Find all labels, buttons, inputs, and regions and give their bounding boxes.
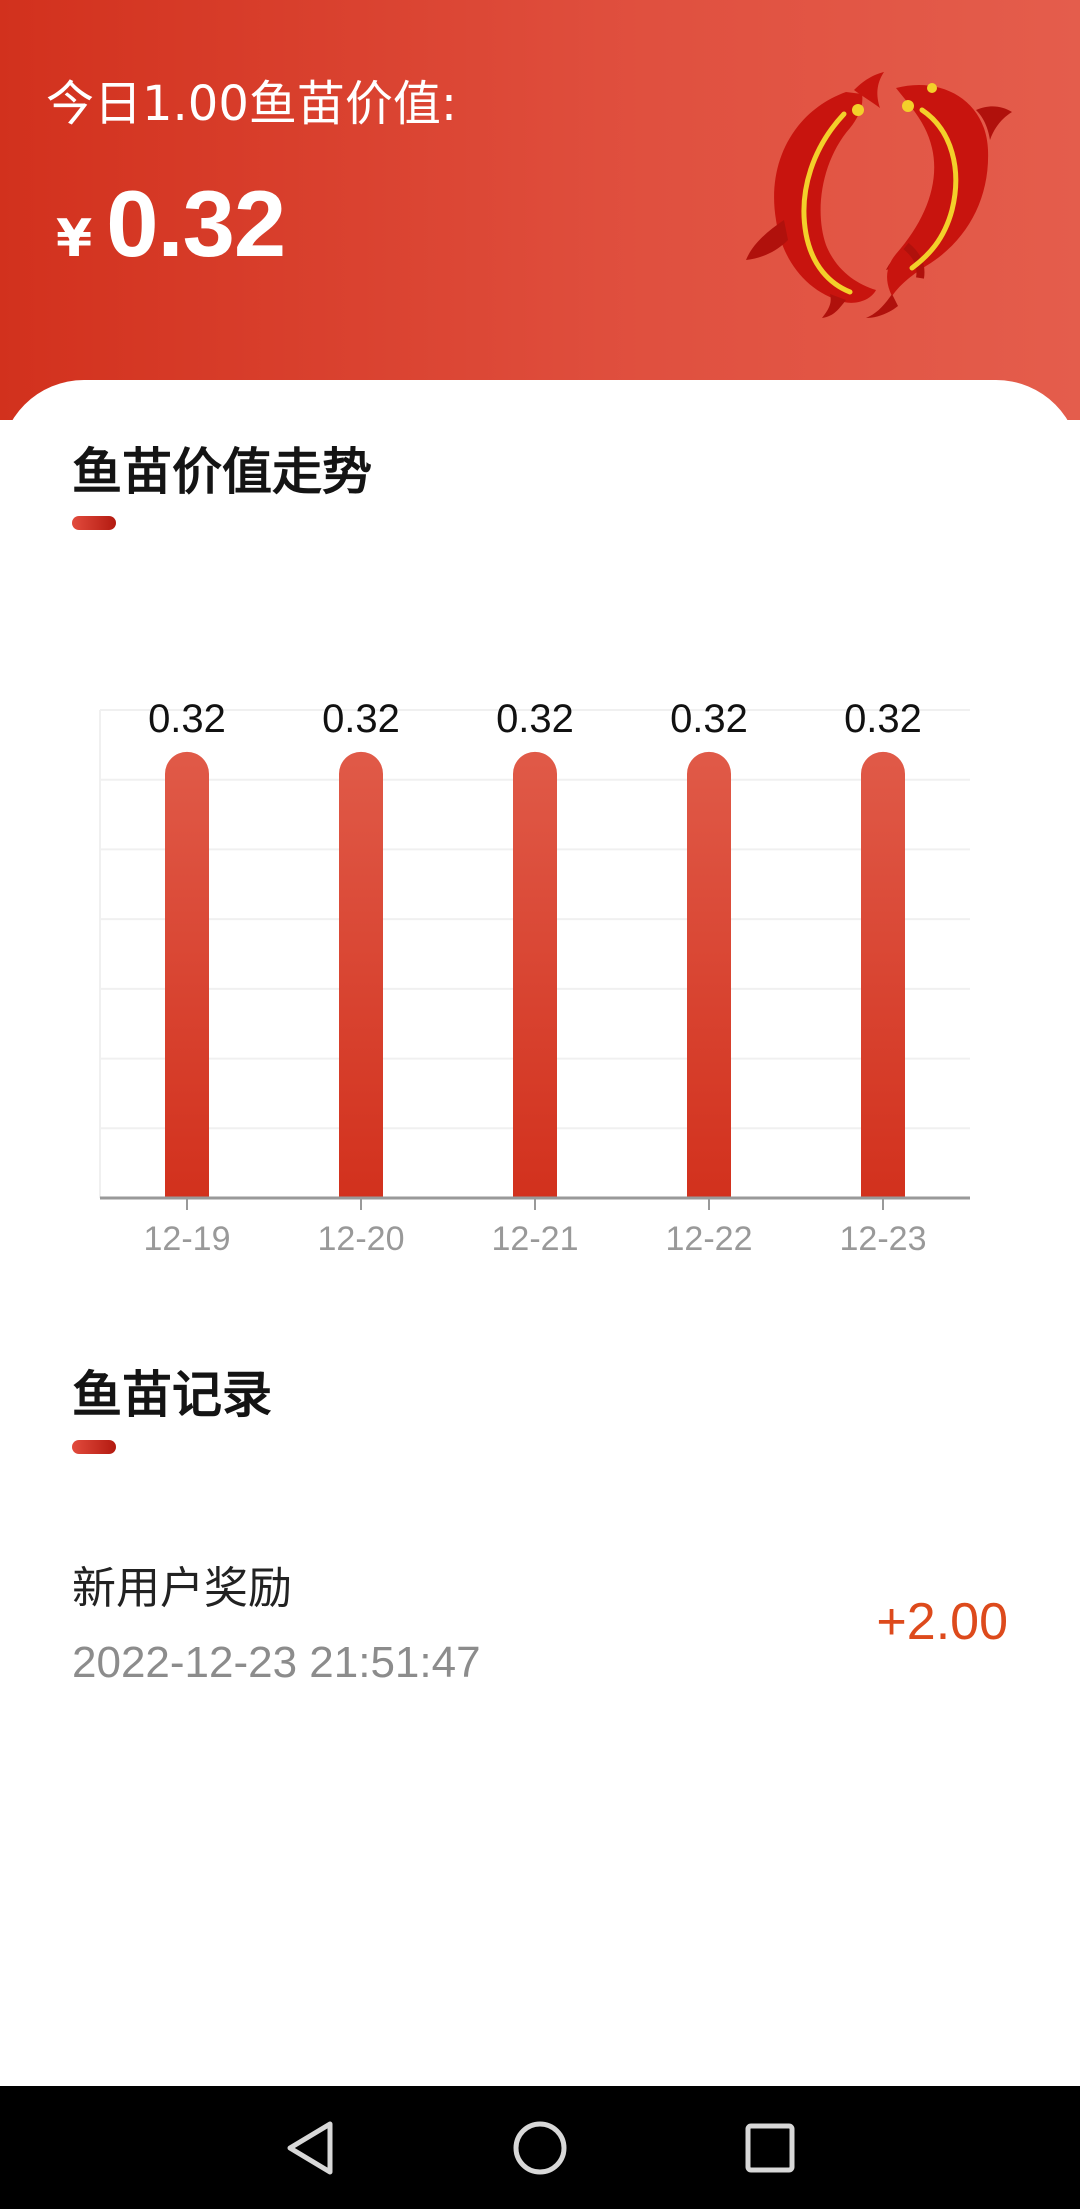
home-circle-icon[interactable] xyxy=(498,2106,582,2190)
chart-bar[interactable] xyxy=(165,751,209,1198)
record-item[interactable]: 新用户奖励 2022-12-23 21:51:47 +2.00 xyxy=(0,1510,1080,1710)
chart-bar[interactable] xyxy=(687,751,731,1198)
chart-bar[interactable] xyxy=(513,751,557,1198)
records-title-underline xyxy=(72,1440,116,1454)
header-banner: 今日1.00鱼苗价值: ¥ 0.32 xyxy=(0,0,1080,420)
today-value-label: 今日1.00鱼苗价值: xyxy=(46,76,458,132)
bar-value-label: 0.32 xyxy=(322,697,400,741)
x-tick-label: 12-20 xyxy=(318,1220,405,1258)
record-timestamp: 2022-12-23 21:51:47 xyxy=(72,1638,481,1687)
koi-fish-icon xyxy=(726,70,1026,320)
value-trend-chart: 0.32 0.32 0.32 0.32 0.32 12-19 12-20 12-21 12-2… xyxy=(0,640,1080,1280)
bar-value-label: 0.32 xyxy=(670,697,748,741)
chart-bar[interactable] xyxy=(339,751,383,1198)
record-amount: +2.00 xyxy=(876,1593,1008,1651)
price-display: ¥ 0.32 xyxy=(56,170,286,278)
trend-section-title: 鱼苗价值走势 xyxy=(72,443,372,501)
chart-bar[interactable] xyxy=(861,751,905,1198)
current-price: 0.32 xyxy=(106,171,286,276)
recents-square-icon[interactable] xyxy=(728,2106,812,2190)
trend-title-underline xyxy=(72,516,116,530)
back-triangle-icon[interactable] xyxy=(268,2106,352,2190)
system-navigation-bar xyxy=(0,2086,1080,2209)
x-tick-label: 12-21 xyxy=(492,1220,579,1258)
bar-value-label: 0.32 xyxy=(496,697,574,741)
record-title: 新用户奖励 xyxy=(72,1563,292,1614)
x-tick-label: 12-22 xyxy=(666,1220,753,1258)
x-tick-label: 12-23 xyxy=(840,1220,927,1258)
records-section-title: 鱼苗记录 xyxy=(72,1366,272,1424)
bar-value-label: 0.32 xyxy=(148,697,226,741)
bar-value-label: 0.32 xyxy=(844,697,922,741)
currency-symbol: ¥ xyxy=(56,209,93,269)
x-tick-label: 12-19 xyxy=(144,1220,231,1258)
